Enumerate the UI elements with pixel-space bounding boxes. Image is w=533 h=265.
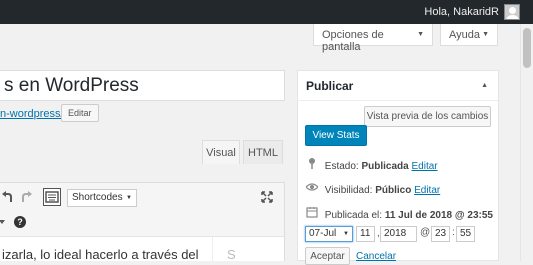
accept-button[interactable]: Aceptar xyxy=(305,247,350,265)
chevron-down-icon: ▼ xyxy=(343,231,349,237)
scrollbar-thumb[interactable] xyxy=(523,28,531,68)
visibility-value: Público xyxy=(375,185,412,196)
published-label: Publicada el: xyxy=(324,210,383,221)
year-input[interactable]: 2018 xyxy=(380,226,417,242)
publish-header[interactable]: Publicar ▲ xyxy=(298,71,498,101)
visibility-label: Visibilidad: xyxy=(324,185,373,196)
chevron-down-icon: ▼ xyxy=(417,31,424,38)
view-stats-button[interactable]: View Stats xyxy=(305,125,367,146)
side-pane-letter: S xyxy=(227,247,236,262)
help-button[interactable]: Ayuda ▼ xyxy=(440,24,498,46)
publish-title: Publicar xyxy=(306,79,354,93)
expand-icon[interactable] xyxy=(261,191,273,203)
keyboard-icon[interactable] xyxy=(43,188,61,206)
cancel-link[interactable]: Cancelar xyxy=(356,251,396,262)
preview-changes-button[interactable]: Vista previa de los cambios xyxy=(364,106,491,127)
user-greeting[interactable]: Hola, NakaridR xyxy=(424,6,499,18)
help-label: Ayuda xyxy=(449,29,480,41)
scrollbar[interactable] xyxy=(520,24,533,261)
screen-options-button[interactable]: Opciones de pantalla ▼ xyxy=(313,24,433,53)
time-colon: : xyxy=(452,227,455,238)
permalink-link[interactable]: n-wordpress/ xyxy=(0,108,64,120)
screen-options-label: Opciones de pantalla xyxy=(322,29,384,53)
help-icon[interactable]: ? xyxy=(14,216,26,228)
shortcodes-select[interactable]: Shortcodes ▼ xyxy=(67,189,137,207)
day-input[interactable]: 11 xyxy=(356,226,375,242)
admin-bar: Hola, NakaridR xyxy=(0,0,533,24)
chevron-up-icon[interactable]: ▲ xyxy=(481,82,488,89)
published-row: Publicada el: 11 Jul de 2018 @ 23:55 xyxy=(306,206,493,221)
minute-input[interactable]: 55 xyxy=(456,226,475,242)
chevron-down-icon: ▼ xyxy=(482,31,489,38)
status-label: Estado: xyxy=(324,161,359,172)
visibility-edit-link[interactable]: Editar xyxy=(414,185,440,196)
edit-slug-button[interactable]: Editar xyxy=(61,104,99,122)
date-at: @ xyxy=(420,227,431,238)
hour-input[interactable]: 23 xyxy=(431,226,450,242)
month-value: 07-Jul xyxy=(309,228,337,239)
redo-icon[interactable] xyxy=(21,190,33,204)
visibility-row: Visibilidad: Público Editar xyxy=(306,181,440,196)
tab-visual[interactable]: Visual xyxy=(202,140,240,164)
post-title-input[interactable]: s en WordPress xyxy=(0,70,285,101)
month-select[interactable]: 07-Jul ▼ xyxy=(305,226,353,242)
publish-box: Publicar ▲ Vista previa de los cambios V… xyxy=(297,70,499,265)
user-avatar-icon[interactable] xyxy=(504,4,520,20)
chevron-down-icon: ▼ xyxy=(126,195,132,201)
status-value: Publicada xyxy=(361,161,409,172)
editor-toolbar: Shortcodes ▼ ? xyxy=(0,182,285,237)
content-text[interactable]: izarla, lo ideal hacerlo a través del xyxy=(2,247,199,262)
eye-icon xyxy=(306,183,318,191)
calendar-icon xyxy=(306,207,318,218)
tab-html[interactable]: HTML xyxy=(243,140,283,164)
editor-content[interactable]: izarla, lo ideal hacerlo a través del S xyxy=(0,237,285,262)
published-value: 11 Jul de 2018 @ 23:55 xyxy=(384,210,493,221)
status-row: Estado: Publicada Editar xyxy=(306,157,438,172)
shortcodes-label: Shortcodes xyxy=(72,192,123,203)
status-edit-link[interactable]: Editar xyxy=(412,161,438,172)
side-pane: S xyxy=(212,237,284,262)
chevron-down-icon[interactable] xyxy=(0,219,5,225)
pin-icon xyxy=(309,158,315,169)
undo-icon[interactable] xyxy=(1,190,13,204)
